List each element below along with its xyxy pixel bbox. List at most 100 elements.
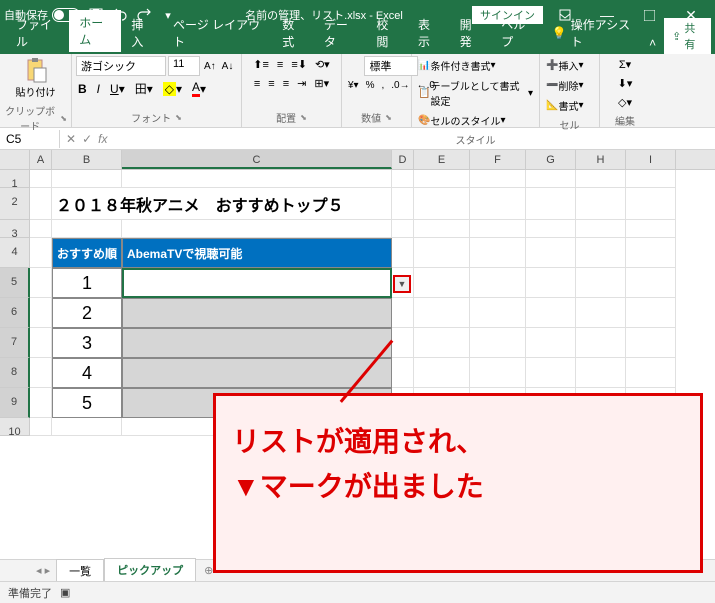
row-header-7[interactable]: 7 xyxy=(0,328,30,358)
number-format-select[interactable]: 標準 xyxy=(364,56,418,76)
fx-icon[interactable]: fx xyxy=(98,132,107,146)
rank-cell-5: 5 xyxy=(52,388,122,418)
table-row[interactable] xyxy=(122,298,392,328)
col-header-D[interactable]: D xyxy=(392,150,414,169)
fill-color-button[interactable]: ◇▾ xyxy=(161,78,184,99)
active-cell[interactable] xyxy=(122,268,392,298)
sheet-nav[interactable]: ◂ ▸ xyxy=(30,564,56,577)
tell-me-label: 操作アシスト xyxy=(571,16,634,50)
tab-review[interactable]: 校閲 xyxy=(366,12,408,54)
align-right-icon[interactable]: ≡ xyxy=(281,75,291,92)
border-button[interactable]: 田▾ xyxy=(133,78,155,99)
align-top-icon[interactable]: ⬆≡ xyxy=(251,56,271,73)
comma-icon[interactable]: , xyxy=(380,78,387,93)
fill-icon[interactable]: ⬇▾ xyxy=(616,75,635,92)
col-header-C[interactable]: C xyxy=(122,150,392,169)
name-box[interactable]: C5 xyxy=(0,130,60,148)
group-number: 標準 ¥▾ % , .0→ ←.0 数値⬊ xyxy=(342,54,412,127)
italic-button[interactable]: I xyxy=(95,78,102,99)
col-header-A[interactable]: A xyxy=(30,150,52,169)
conditional-format-button[interactable]: 📊 条件付き書式 ▾ xyxy=(416,56,497,75)
insert-cells-button[interactable]: ➕挿入 ▾ xyxy=(544,56,585,75)
col-header-I[interactable]: I xyxy=(626,150,676,169)
indent-icon[interactable]: ⇥ xyxy=(295,75,308,92)
number-launcher-icon[interactable]: ⬊ xyxy=(385,113,392,122)
share-icon: ⇪ xyxy=(672,30,681,43)
row-header-2[interactable]: 2 xyxy=(0,188,30,220)
cell-styles-button[interactable]: 🎨 セルのスタイル ▾ xyxy=(416,111,507,130)
increase-font-icon[interactable]: A↑ xyxy=(202,56,218,76)
col-header-G[interactable]: G xyxy=(526,150,576,169)
row-header-9[interactable]: 9 xyxy=(0,388,30,418)
tab-data[interactable]: データ xyxy=(314,12,366,54)
share-button[interactable]: ⇪ 共有 xyxy=(664,18,711,54)
clear-icon[interactable]: ◇▾ xyxy=(616,94,634,111)
format-label: 書式 xyxy=(558,98,578,113)
increase-decimal-icon[interactable]: .0→ xyxy=(389,78,411,93)
align-left-icon[interactable]: ≡ xyxy=(252,75,262,92)
bold-button[interactable]: B xyxy=(76,78,89,99)
format-cells-button[interactable]: 📐書式 ▾ xyxy=(544,96,585,115)
col-header-F[interactable]: F xyxy=(470,150,526,169)
select-all-corner[interactable] xyxy=(0,150,30,169)
merge-icon[interactable]: ⊞▾ xyxy=(312,75,331,92)
cancel-formula-icon[interactable]: ✕ xyxy=(66,132,76,146)
alignment-group-label: 配置 xyxy=(276,110,296,125)
row-header-3[interactable]: 3 xyxy=(0,220,30,238)
tell-me-search[interactable]: 💡 操作アシスト xyxy=(544,12,642,54)
group-cells: ➕挿入 ▾ ➖削除 ▾ 📐書式 ▾ セル xyxy=(540,54,600,127)
ribbon-tabs: ファイル ホーム 挿入 ページ レイアウト 数式 データ 校閲 表示 開発 ヘル… xyxy=(0,30,715,54)
tab-insert[interactable]: 挿入 xyxy=(121,12,163,54)
autosum-icon[interactable]: Σ▾ xyxy=(617,56,633,73)
paste-button[interactable]: 貼り付け xyxy=(14,56,58,101)
font-launcher-icon[interactable]: ⬊ xyxy=(175,113,182,122)
data-validation-dropdown-icon[interactable]: ▼ xyxy=(393,275,411,293)
rank-cell-3: 3 xyxy=(52,328,122,358)
tab-formulas[interactable]: 数式 xyxy=(272,12,314,54)
alignment-launcher-icon[interactable]: ⬊ xyxy=(300,113,307,122)
percent-icon[interactable]: % xyxy=(364,78,377,93)
status-bar: 準備完了 ▣ xyxy=(0,581,715,603)
tab-help[interactable]: ヘルプ xyxy=(491,12,543,54)
tab-view[interactable]: 表示 xyxy=(408,12,450,54)
sheet-tab-pickup[interactable]: ピックアップ xyxy=(104,558,196,583)
tab-page-layout[interactable]: ページ レイアウト xyxy=(163,12,272,54)
align-bottom-icon[interactable]: ≡⬇ xyxy=(289,56,309,73)
font-name-select[interactable]: 游ゴシック xyxy=(76,56,166,76)
clipboard-launcher-icon[interactable]: ⬊ xyxy=(60,114,67,123)
table-format-button[interactable]: 📋 テーブルとして書式設定 ▾ xyxy=(416,76,535,110)
row-header-1[interactable]: 1 xyxy=(0,170,30,188)
row-header-10[interactable]: 10 xyxy=(0,418,30,436)
col-header-H[interactable]: H xyxy=(576,150,626,169)
font-color-button[interactable]: A▾ xyxy=(190,78,208,99)
row-header-5[interactable]: 5 xyxy=(0,268,30,298)
table-row[interactable] xyxy=(122,328,392,358)
cells-group-label: セル xyxy=(560,117,580,132)
formula-input[interactable] xyxy=(113,137,715,141)
orientation-icon[interactable]: ⟲▾ xyxy=(313,56,332,73)
number-group-label: 数値 xyxy=(361,110,381,125)
row-header-8[interactable]: 8 xyxy=(0,358,30,388)
col-header-B[interactable]: B xyxy=(52,150,122,169)
row-header-6[interactable]: 6 xyxy=(0,298,30,328)
row-header-4[interactable]: 4 xyxy=(0,238,30,268)
macro-record-icon[interactable]: ▣ xyxy=(60,586,70,599)
collapse-ribbon-icon[interactable]: ˄ xyxy=(641,32,664,54)
underline-button[interactable]: U▾ xyxy=(108,78,127,99)
delete-cells-button[interactable]: ➖削除 ▾ xyxy=(544,76,585,95)
accept-formula-icon[interactable]: ✓ xyxy=(82,132,92,146)
ribbon: 貼り付け クリップボード⬊ 游ゴシック 11 A↑ A↓ B I U▾ 田▾ ◇… xyxy=(0,54,715,128)
align-middle-icon[interactable]: ≡ xyxy=(275,56,285,73)
delete-label: 削除 xyxy=(558,78,578,93)
tab-developer[interactable]: 開発 xyxy=(450,12,492,54)
font-group-label: フォント xyxy=(131,110,171,125)
editing-group-label: 編集 xyxy=(615,113,635,128)
sheet-tab-list[interactable]: 一覧 xyxy=(56,559,104,583)
align-center-icon[interactable]: ≡ xyxy=(266,75,276,92)
search-icon: 💡 xyxy=(552,26,567,40)
currency-icon[interactable]: ¥▾ xyxy=(346,78,361,93)
decrease-font-icon[interactable]: A↓ xyxy=(220,56,236,76)
table-row[interactable] xyxy=(122,358,392,388)
font-size-select[interactable]: 11 xyxy=(168,56,200,76)
col-header-E[interactable]: E xyxy=(414,150,470,169)
